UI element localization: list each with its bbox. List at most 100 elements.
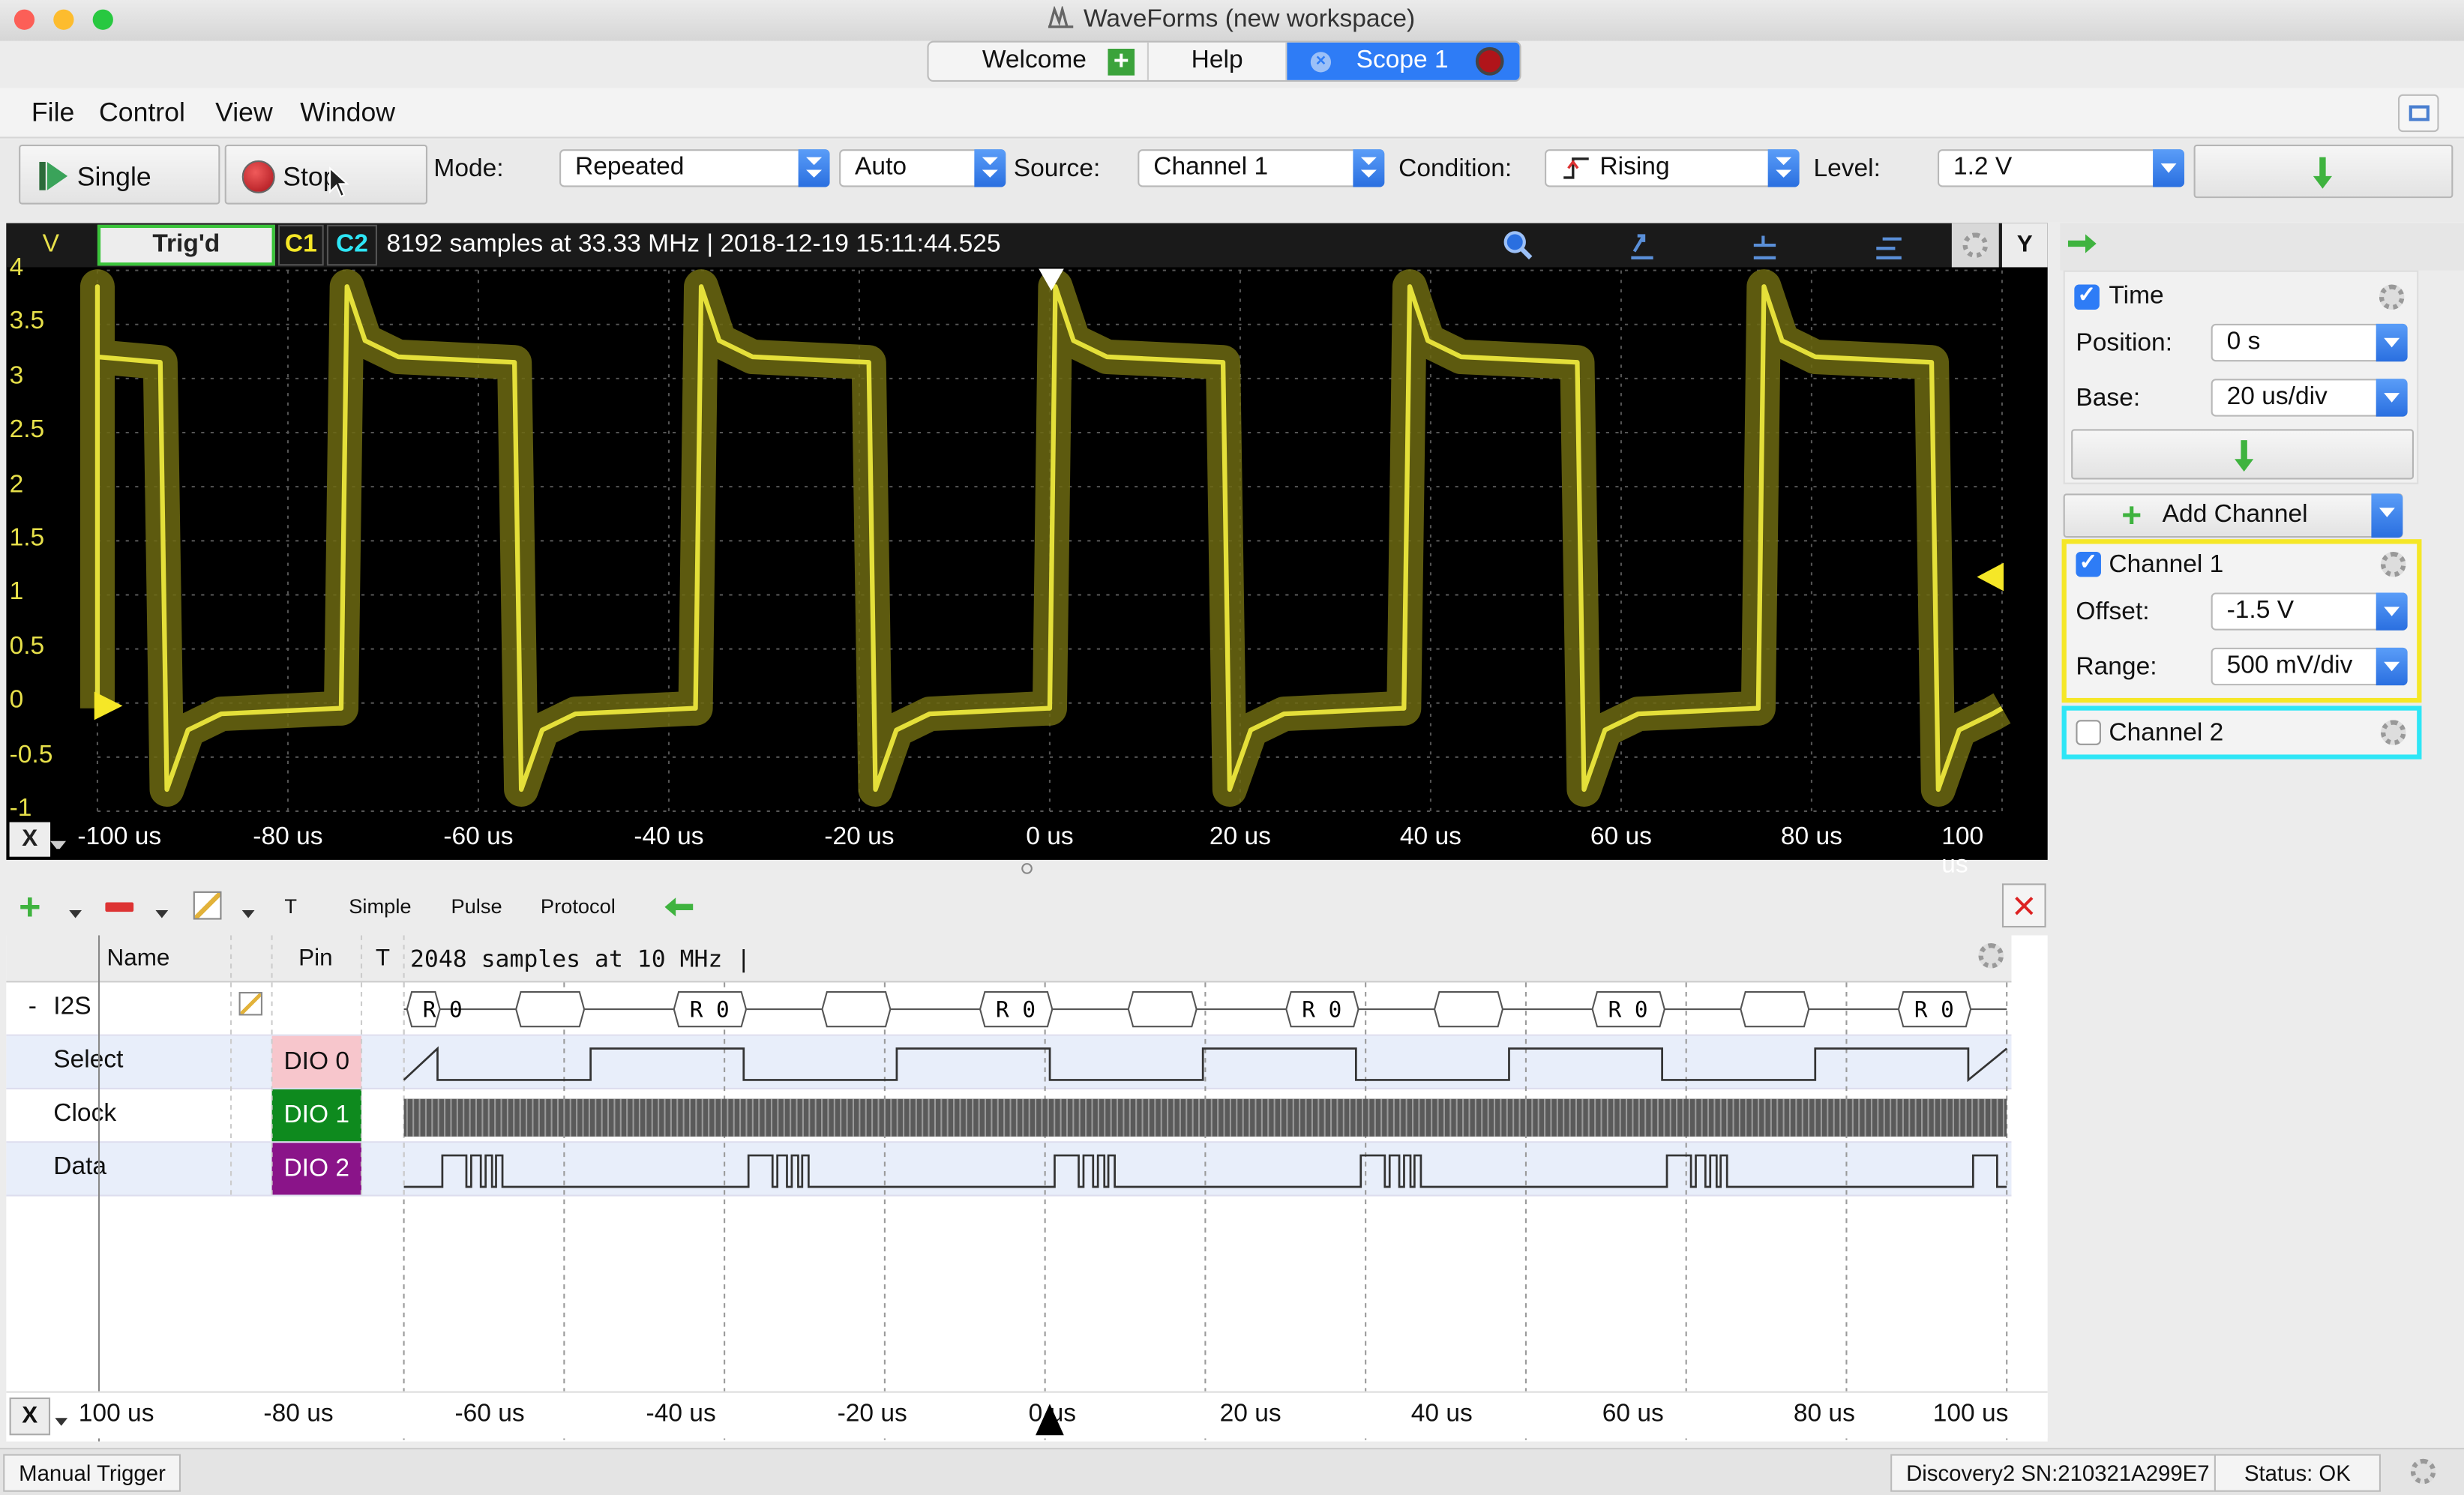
tab-help[interactable]: Help [1149, 42, 1287, 80]
add-channel-dropdown-icon[interactable] [2371, 493, 2403, 538]
base-dropdown-icon[interactable] [2376, 379, 2408, 417]
time-collapse-button[interactable] [2071, 429, 2414, 480]
range-label: Range: [2076, 654, 2157, 681]
position-dropdown-icon[interactable] [2376, 323, 2408, 362]
mode-dropdown-icon[interactable] [798, 149, 830, 187]
logic-x-axis-dropdown-icon[interactable] [55, 1418, 68, 1426]
edit-signal-icon[interactable] [193, 891, 222, 920]
offset-input[interactable]: -1.5 V [2211, 592, 2408, 631]
base-label: Base: [2076, 385, 2141, 412]
collapse-toolbar-button[interactable] [2193, 144, 2454, 199]
window-title: WaveForms (new workspace) [0, 6, 2464, 34]
tab-scope-1[interactable]: × Scope 1 [1287, 42, 1520, 80]
scope-settings-button[interactable] [1951, 223, 1999, 268]
scope-waveform-area [79, 268, 2011, 812]
cursor-tool-icon[interactable] [1628, 229, 1656, 261]
bus-frame[interactable] [821, 990, 892, 1028]
add-tab-icon[interactable]: + [1108, 47, 1135, 76]
channel-1-badge[interactable]: C1 [277, 224, 324, 266]
offset-dropdown-icon[interactable] [2376, 592, 2408, 631]
close-tab-icon[interactable]: × [1310, 52, 1332, 73]
add-signal-dropdown-icon[interactable] [69, 909, 82, 918]
level-dropdown-icon[interactable] [2153, 149, 2185, 187]
condition-select[interactable]: Rising [1545, 149, 1800, 187]
range-value: 500 mV/div [2226, 652, 2353, 679]
arrow-down-icon [2313, 157, 2333, 189]
arrow-left-icon[interactable] [663, 896, 694, 918]
time-checkbox[interactable] [2074, 281, 2100, 310]
edit-signal-dropdown-icon[interactable] [241, 909, 255, 918]
source-dropdown-icon[interactable] [1353, 149, 1385, 187]
dock-window-icon[interactable] [2398, 94, 2439, 133]
add-signal-icon[interactable]: + [19, 887, 40, 931]
tab-welcome[interactable]: Welcome + [929, 42, 1149, 80]
y-axis-button[interactable]: Y [2001, 223, 2048, 268]
status-settings-button[interactable] [2401, 1452, 2448, 1494]
menu-bar: File Control View Window [0, 88, 2464, 139]
remove-signal-icon[interactable] [105, 902, 134, 912]
scope-acquisition-info: 8192 samples at 33.33 MHz | 2018-12-19 1… [386, 231, 1001, 258]
range-input[interactable]: 500 mV/div [2211, 647, 2408, 686]
source-select[interactable]: Channel 1 [1138, 149, 1385, 187]
remove-signal-dropdown-icon[interactable] [155, 909, 169, 918]
channel-1-settings-icon[interactable] [2380, 551, 2406, 577]
channel-2-settings-icon[interactable] [2380, 720, 2406, 745]
protocol-button[interactable]: Protocol [541, 894, 616, 918]
mode-select[interactable]: Repeated [559, 149, 830, 187]
auto-select[interactable]: Auto [839, 149, 1006, 187]
channel-1-checkbox[interactable] [2076, 549, 2101, 577]
offset-value: -1.5 V [2226, 597, 2295, 625]
level-label: Level: [1813, 155, 1881, 183]
bus-frame-label: R 0 [690, 997, 730, 1023]
menu-control[interactable]: Control [99, 97, 185, 129]
channel-2-badge[interactable]: C2 [326, 224, 377, 266]
record-icon[interactable] [1475, 46, 1504, 76]
logic-x-tick-label: -60 us [454, 1401, 525, 1428]
x-axis-button[interactable]: X [9, 822, 51, 857]
tab-help-label: Help [1191, 46, 1243, 74]
bus-frame[interactable] [1740, 990, 1810, 1028]
pulse-button[interactable]: Pulse [451, 894, 502, 918]
bus-frame[interactable] [1433, 990, 1504, 1028]
splitter-handle-icon[interactable] [1021, 863, 1033, 874]
gear-icon [1962, 232, 1989, 258]
horizontal-cursor-icon[interactable] [1751, 229, 1779, 261]
x-axis-dropdown-icon[interactable] [50, 840, 67, 854]
logic-grid [97, 935, 2008, 1442]
add-channel-button[interactable]: + Add Channel [2063, 493, 2403, 538]
zoom-icon[interactable] [1502, 229, 1533, 261]
time-settings-icon[interactable] [2379, 284, 2405, 310]
auto-dropdown-icon[interactable] [974, 149, 1006, 187]
bus-frame-label: R 0 [996, 997, 1036, 1023]
x-tick-label: 40 us [1399, 823, 1461, 851]
channel-2-checkbox[interactable] [2076, 720, 2101, 745]
trigger-level-marker[interactable] [1977, 562, 2004, 592]
trigger-status-badge: Trig'd [97, 224, 275, 266]
condition-dropdown-icon[interactable] [1767, 149, 1800, 187]
logic-x-axis-button[interactable]: X [9, 1397, 51, 1436]
measure-cursor-icon[interactable] [1873, 229, 1905, 261]
menu-window[interactable]: Window [300, 97, 395, 129]
position-input[interactable]: 0 s [2211, 323, 2408, 362]
close-logic-button[interactable]: × [2001, 883, 2046, 928]
bus-frame-label: R 0 [1914, 997, 1954, 1023]
base-input[interactable]: 20 us/div [2211, 379, 2408, 417]
stop-button[interactable]: Stop [224, 144, 428, 205]
level-input[interactable]: 1.2 V [1937, 149, 2185, 187]
logic-trigger-marker[interactable] [1034, 1402, 1066, 1437]
single-button[interactable]: Single [19, 144, 220, 205]
channel-1-label: Channel 1 [2109, 551, 2224, 579]
device-label[interactable]: Discovery2 SN:210321A299E7 [1890, 1454, 2226, 1492]
logic-x-tick-label: 80 us [1793, 1401, 1855, 1428]
simple-button[interactable]: Simple [349, 894, 411, 918]
tab-scope-1-label: Scope 1 [1356, 46, 1449, 74]
trigger-mode-t-button[interactable]: T [284, 894, 297, 918]
arrow-right-icon[interactable] [2067, 232, 2098, 254]
manual-trigger-button[interactable]: Manual Trigger [3, 1454, 181, 1492]
bus-frame[interactable] [1127, 990, 1198, 1028]
source-label: Source: [1013, 155, 1101, 183]
menu-file[interactable]: File [31, 97, 74, 129]
range-dropdown-icon[interactable] [2376, 647, 2408, 686]
bus-frame[interactable] [515, 990, 586, 1028]
menu-view[interactable]: View [215, 97, 273, 129]
